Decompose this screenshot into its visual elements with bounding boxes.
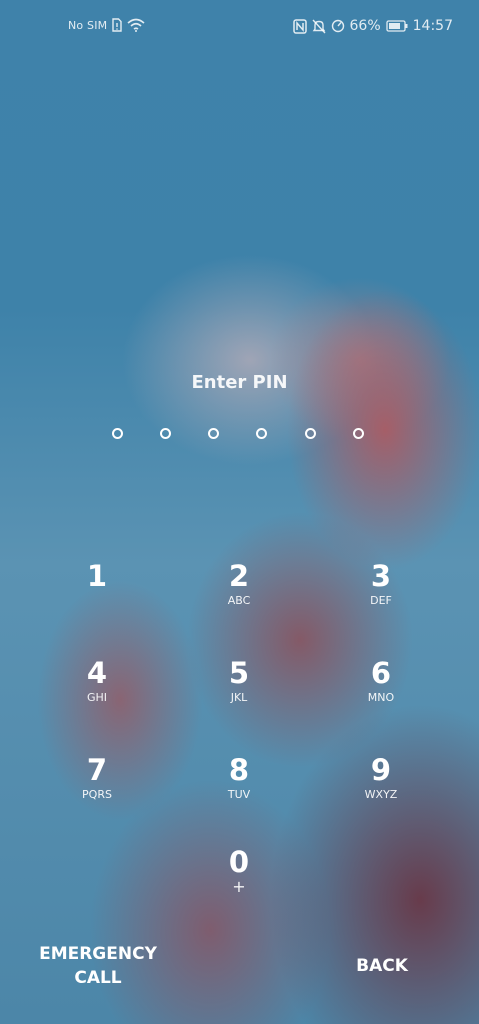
pin-dot [112, 428, 123, 439]
battery-percent: 66% [349, 18, 381, 34]
pin-dot [353, 428, 364, 439]
key-letters: WXYZ [364, 788, 398, 801]
key-0[interactable]: 0 + [189, 846, 289, 916]
wifi-icon [127, 18, 145, 32]
key-9[interactable]: 9 WXYZ [331, 754, 431, 824]
pin-dot [208, 428, 219, 439]
nfc-icon [292, 18, 307, 34]
data-saver-icon [331, 19, 345, 33]
battery-icon [385, 20, 408, 32]
sim-card-icon [112, 18, 123, 32]
mute-icon [312, 19, 326, 34]
key-4[interactable]: 4 GHI [47, 657, 147, 727]
key-digit: 8 [228, 753, 250, 787]
key-digit: 5 [228, 656, 250, 690]
key-2[interactable]: 2 ABC [189, 560, 289, 630]
key-8[interactable]: 8 TUV [189, 754, 289, 824]
key-letters: JKL [230, 691, 248, 704]
key-letters: TUV [227, 788, 251, 801]
clock: 14:57 [412, 18, 453, 34]
pin-dot [256, 428, 267, 439]
key-5[interactable]: 5 JKL [189, 657, 289, 727]
key-1[interactable]: 1 [47, 560, 147, 630]
key-7[interactable]: 7 PQRS [47, 754, 147, 824]
status-bar-right: 66% 14:57 [292, 18, 453, 34]
key-3[interactable]: 3 DEF [331, 560, 431, 630]
key-digit: 0 [228, 845, 250, 879]
status-bar: No SIM 66% 14:57 [0, 14, 479, 40]
key-letters: MNO [367, 691, 395, 704]
key-letters: GHI [86, 691, 108, 704]
back-button[interactable]: BACK [332, 954, 432, 978]
carrier-label: No SIM [68, 18, 108, 32]
key-digit: 4 [86, 656, 108, 690]
key-6[interactable]: 6 MNO [331, 657, 431, 727]
key-digit: 2 [228, 559, 250, 593]
key-letters: PQRS [82, 788, 112, 801]
key-digit: 7 [86, 753, 108, 787]
key-digit: 6 [370, 656, 392, 690]
status-bar-left: No SIM [68, 18, 145, 32]
pin-dot [305, 428, 316, 439]
pin-dot [160, 428, 171, 439]
key-digit: 1 [86, 559, 108, 593]
key-digit: 3 [370, 559, 392, 593]
key-letters: DEF [370, 594, 392, 607]
key-letters: ABC [227, 594, 251, 607]
pin-dots [109, 428, 369, 444]
key-digit: 9 [370, 753, 392, 787]
key-letters: + [232, 877, 246, 896]
pin-prompt: Enter PIN [191, 372, 288, 393]
emergency-call-button[interactable]: EMERGENCY CALL [28, 942, 168, 990]
